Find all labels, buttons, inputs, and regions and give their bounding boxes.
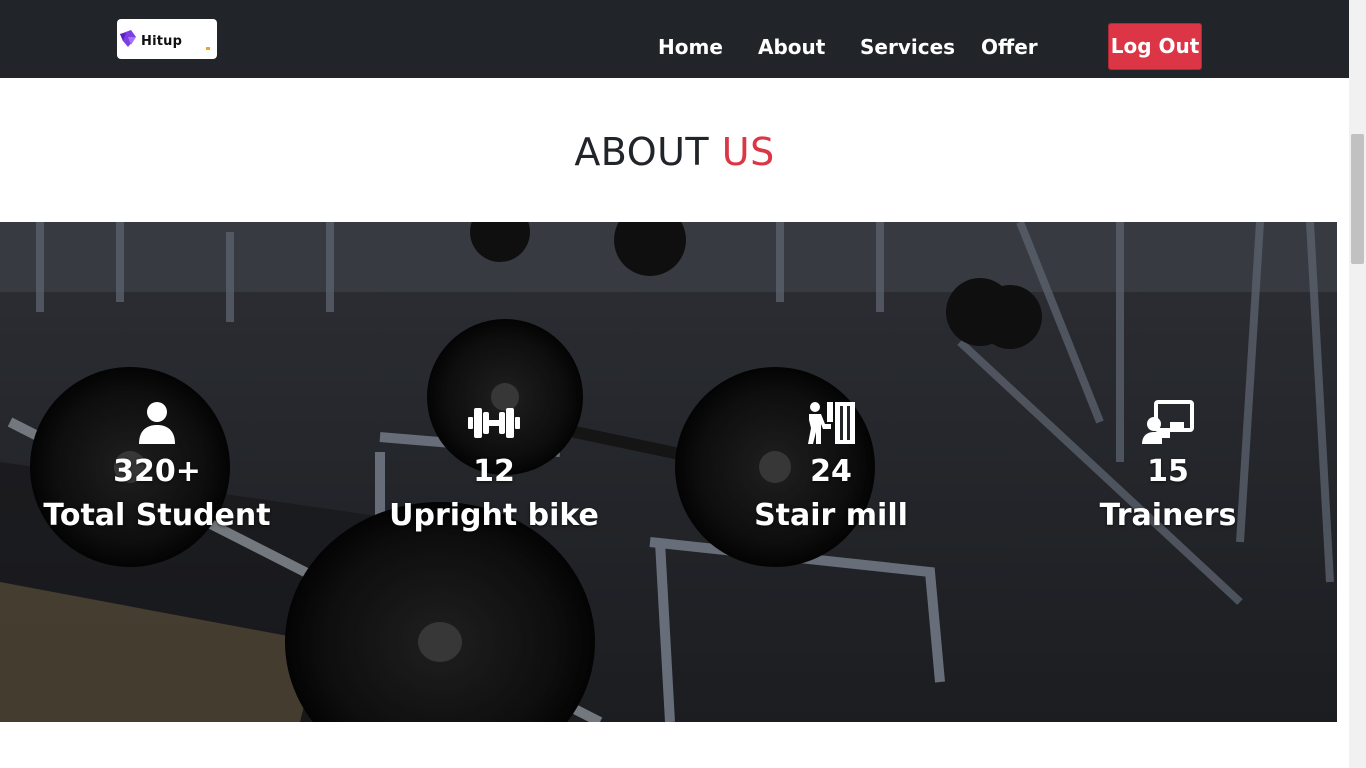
nav-link-offer[interactable]: Offer <box>981 33 1038 61</box>
dumbbell-icon <box>468 408 520 438</box>
stat-value: 320+ <box>113 454 201 489</box>
chalkboard-teacher-icon <box>1142 400 1194 444</box>
stat-label: Trainers <box>1099 498 1237 533</box>
stat-value: 24 <box>810 454 852 489</box>
user-icon <box>139 402 175 444</box>
stat-trainers: 15 Trainers <box>1018 400 1318 536</box>
person-booth-icon <box>808 402 855 444</box>
nav-link-services[interactable]: Services <box>860 33 955 61</box>
logo-dot <box>206 47 210 50</box>
nav-link-about[interactable]: About <box>758 33 825 61</box>
stat-upright-bike: 12 Upright bike <box>344 400 644 536</box>
about-section-title: ABOUT US <box>0 128 1349 176</box>
stat-value: 15 <box>1147 454 1189 489</box>
logout-button[interactable]: Log Out <box>1108 23 1202 70</box>
stat-total-student: 320+ Total Student <box>7 400 307 536</box>
about-title-accent: US <box>721 130 775 174</box>
stat-stair-mill: 24 Stair mill <box>681 400 981 536</box>
scrollbar-thumb[interactable] <box>1351 134 1364 264</box>
page-scrollbar[interactable] <box>1349 0 1366 768</box>
about-title-main: ABOUT <box>574 130 710 174</box>
nav-link-home[interactable]: Home <box>658 33 723 61</box>
brand-logo[interactable]: Hitup <box>117 19 217 59</box>
navbar: Hitup Home About Services Offer Log Out <box>0 0 1349 78</box>
stat-value: 12 <box>473 454 515 489</box>
logo-text: Hitup <box>141 34 183 49</box>
stat-label: Total Student <box>43 498 271 533</box>
stat-label: Upright bike <box>389 498 599 533</box>
stat-label: Stair mill <box>754 498 908 533</box>
